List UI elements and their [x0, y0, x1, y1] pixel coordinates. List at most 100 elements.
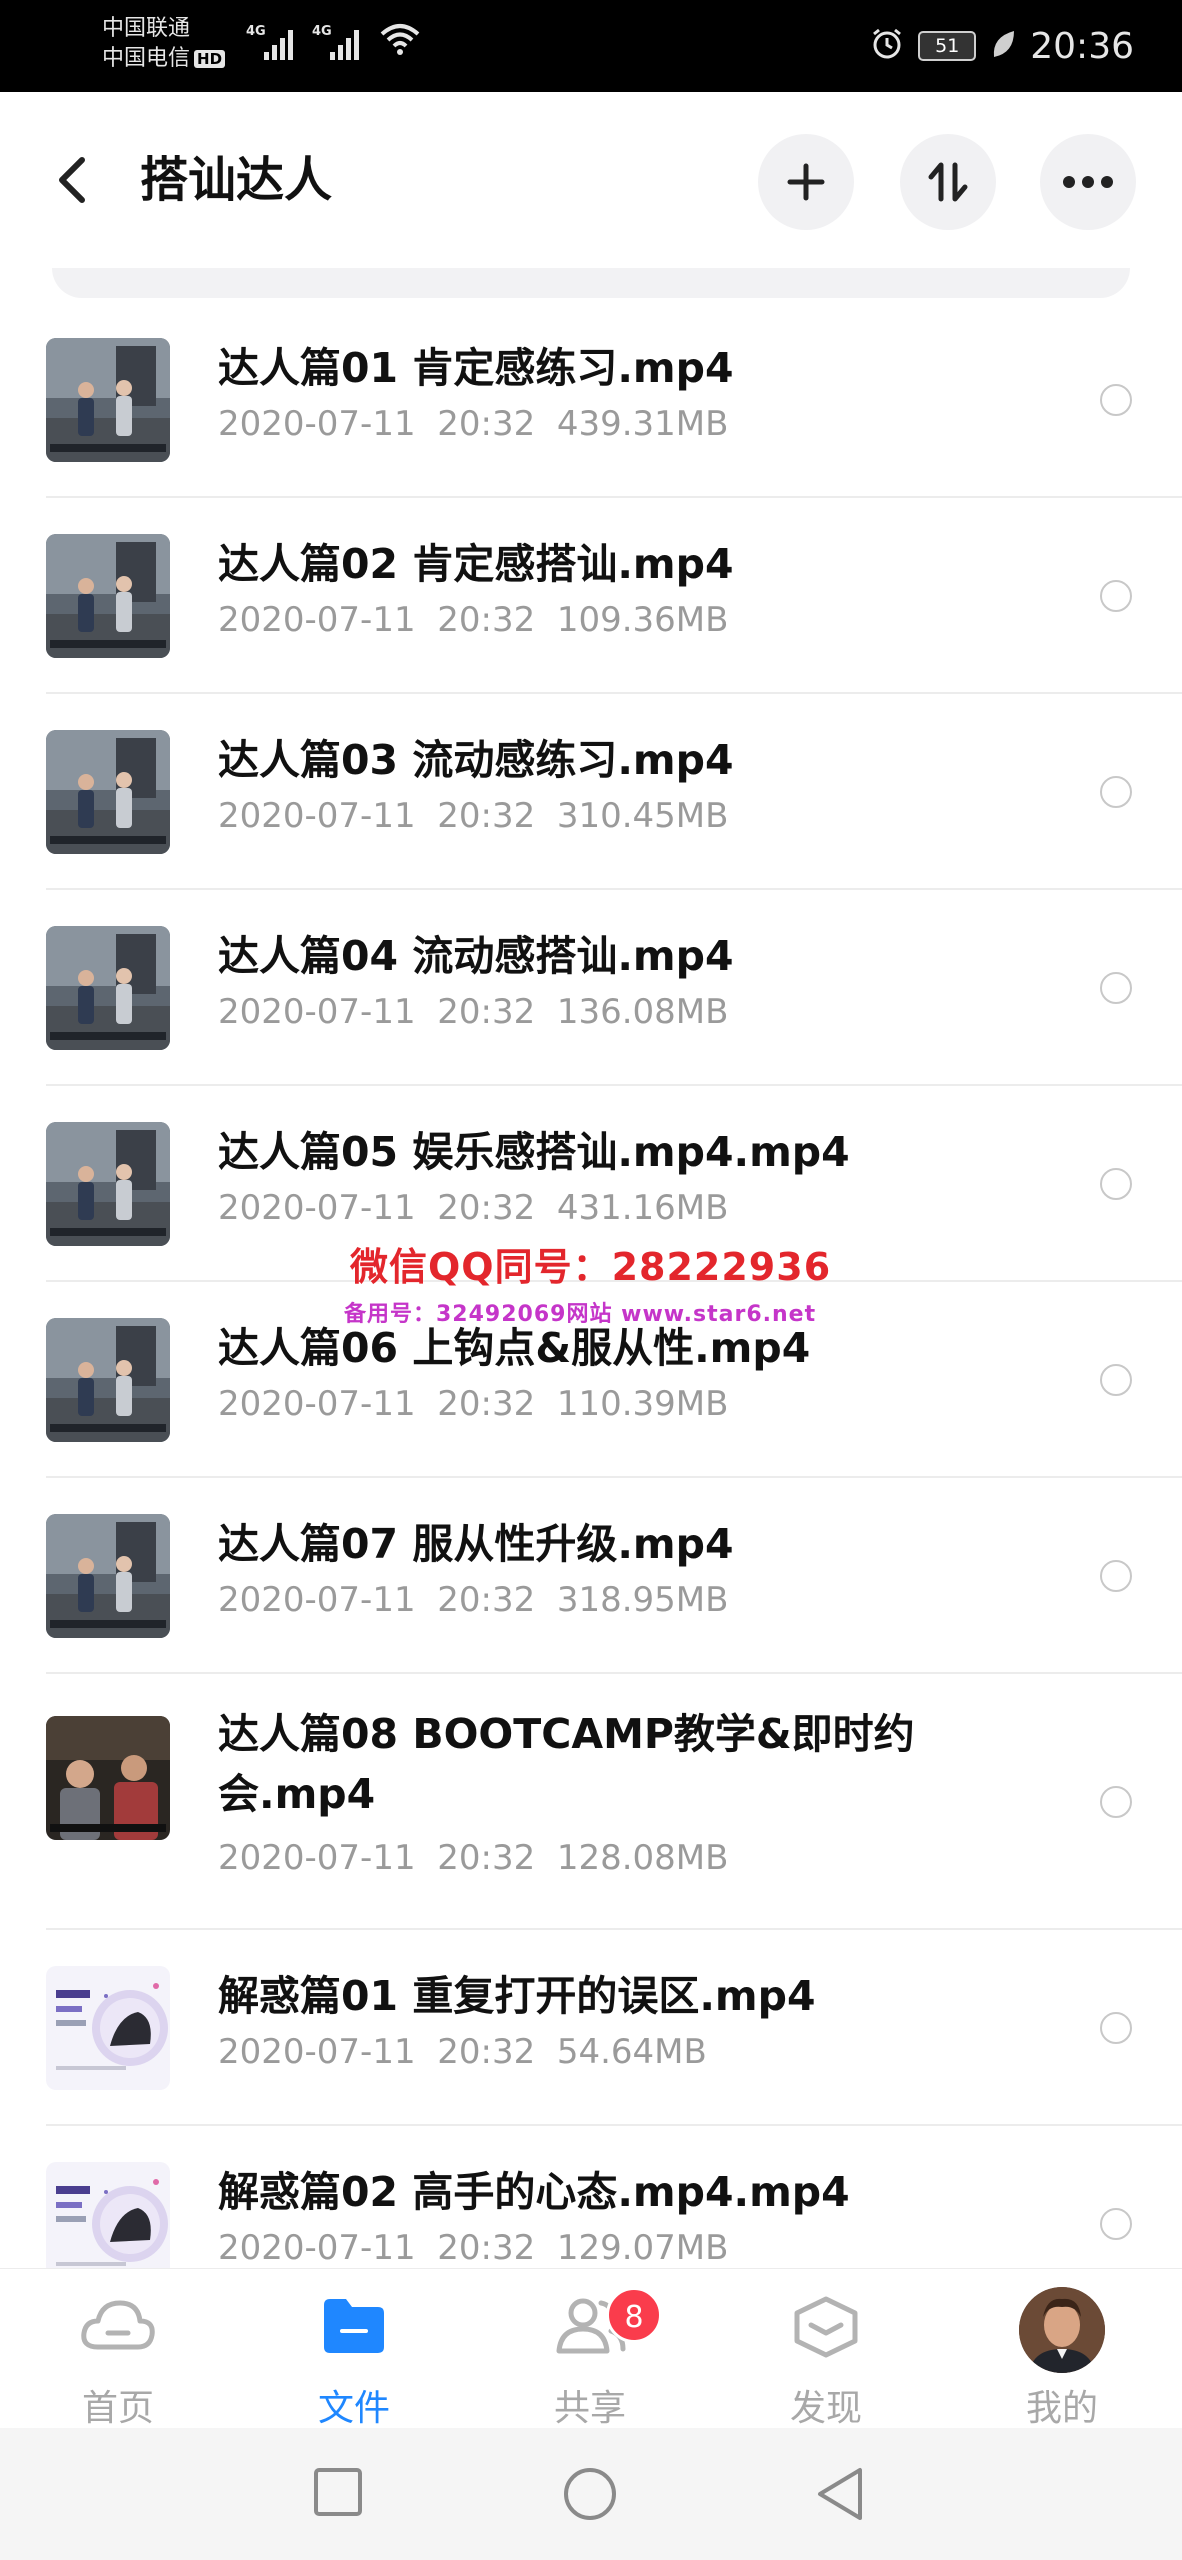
tab-files-label: 文件 — [317, 2388, 390, 2429]
video-thumbnail[interactable] — [46, 1318, 170, 1442]
file-row[interactable]: 解惑篇01 重复打开的误区.mp4 2020-07-11 20:32 54.64M… — [46, 1930, 1182, 2126]
file-size: 128.08MB — [556, 1838, 729, 1878]
video-thumbnail[interactable] — [46, 730, 170, 854]
file-name[interactable]: 达人篇07 服从性升级.mp4 — [218, 1514, 958, 1574]
select-radio[interactable] — [1100, 972, 1132, 1004]
file-size: 110.39MB — [556, 1384, 729, 1424]
watermark-line-2: 备用号：32492069网站 www.star6.net — [344, 1302, 817, 1327]
watermark-line-1: 微信QQ同号：28222936 — [350, 1245, 832, 1289]
file-date: 2020-07-11 — [218, 404, 416, 444]
file-name[interactable]: 达人篇03 流动感练习.mp4 — [218, 730, 958, 790]
back-button[interactable] — [52, 152, 92, 212]
bottom-tab-bar: 首页 文件 8 共享 发现 我的 — [0, 2268, 1182, 2429]
triangle-back-icon — [818, 2468, 862, 2520]
plus-icon — [787, 163, 825, 201]
avatar — [1019, 2287, 1105, 2373]
file-name[interactable]: 达人篇01 肯定感练习.mp4 — [218, 338, 958, 398]
file-size: 318.95MB — [556, 1580, 729, 1620]
file-date: 2020-07-11 — [218, 1580, 416, 1620]
file-time: 20:32 — [437, 1188, 536, 1228]
tab-me-label: 我的 — [1025, 2388, 1098, 2429]
app-header: 搭讪达人 — [0, 92, 1182, 270]
video-thumbnail[interactable] — [46, 926, 170, 1050]
file-row[interactable]: 达人篇01 肯定感练习.mp4 2020-07-11 20:32 439.31MB — [46, 302, 1182, 498]
file-row[interactable]: 达人篇04 流动感搭讪.mp4 2020-07-11 20:32 136.08MB — [46, 890, 1182, 1086]
carrier-1: 中国联通 — [102, 16, 191, 41]
video-thumbnail[interactable] — [46, 1122, 170, 1246]
system-nav-bar — [0, 2428, 1182, 2560]
file-row[interactable]: 达人篇03 流动感练习.mp4 2020-07-11 20:32 310.45MB — [46, 694, 1182, 890]
file-size: 310.45MB — [556, 796, 729, 836]
more-button[interactable] — [1040, 134, 1136, 230]
file-meta: 2020-07-11 20:32 431.16MB — [218, 1184, 728, 1232]
sort-button[interactable] — [900, 134, 996, 230]
network-type-1: 4G — [246, 24, 266, 39]
select-radio[interactable] — [1100, 1168, 1132, 1200]
select-radio[interactable] — [1100, 2208, 1132, 2240]
file-name[interactable]: 解惑篇02 高手的心态.mp4.mp4 — [218, 2162, 958, 2222]
file-row[interactable]: 达人篇02 肯定感搭讪.mp4 2020-07-11 20:32 109.36MB — [46, 498, 1182, 694]
share-badge: 8 — [606, 2287, 662, 2343]
discover-box-icon — [793, 2295, 859, 2363]
video-thumbnail[interactable] — [46, 1966, 170, 2090]
file-row[interactable]: 达人篇08 BOOTCAMP教学&即时约会.mp4 2020-07-11 20:3… — [46, 1674, 1182, 1930]
tab-files[interactable]: 文件 — [254, 2269, 454, 2429]
sort-icon — [928, 162, 968, 202]
file-name[interactable]: 解惑篇01 重复打开的误区.mp4 — [218, 1966, 958, 2026]
file-name[interactable]: 达人篇02 肯定感搭讪.mp4 — [218, 534, 958, 594]
file-date: 2020-07-11 — [218, 1188, 416, 1228]
circle-icon — [564, 2468, 616, 2520]
file-date: 2020-07-11 — [218, 1838, 416, 1878]
more-dots-icon — [1063, 176, 1113, 188]
select-radio[interactable] — [1100, 2012, 1132, 2044]
add-button[interactable] — [758, 134, 854, 230]
wifi-icon — [380, 22, 420, 60]
video-thumbnail[interactable] — [46, 1716, 170, 1840]
nav-back-button[interactable] — [814, 2466, 866, 2526]
video-thumbnail[interactable] — [46, 534, 170, 658]
file-meta: 2020-07-11 20:32 54.64MB — [218, 2028, 707, 2076]
file-date: 2020-07-11 — [218, 796, 416, 836]
select-radio[interactable] — [1100, 1364, 1132, 1396]
file-time: 20:32 — [437, 1580, 536, 1620]
tab-share[interactable]: 8 共享 — [490, 2269, 690, 2429]
file-time: 20:32 — [437, 1838, 536, 1878]
file-row[interactable]: 达人篇07 服从性升级.mp4 2020-07-11 20:32 318.95MB — [46, 1478, 1182, 1674]
file-meta: 2020-07-11 20:32 128.08MB — [218, 1834, 728, 1882]
file-meta: 2020-07-11 20:32 136.08MB — [218, 988, 728, 1036]
tab-home[interactable]: 首页 — [18, 2269, 218, 2429]
select-radio[interactable] — [1100, 1786, 1132, 1818]
page-title: 搭讪达人 — [140, 152, 333, 208]
home-button[interactable] — [562, 2466, 618, 2526]
carrier-info: 中国联通 中国电信 HD — [102, 14, 226, 74]
recent-apps-button[interactable] — [312, 2466, 364, 2522]
file-name[interactable]: 达人篇05 娱乐感搭讪.mp4.mp4 — [218, 1122, 958, 1182]
tab-me[interactable]: 我的 — [962, 2269, 1162, 2429]
carrier-2: 中国电信 — [102, 46, 191, 71]
alarm-icon — [870, 27, 904, 65]
file-name[interactable]: 达人篇04 流动感搭讪.mp4 — [218, 926, 958, 986]
tab-discover[interactable]: 发现 — [726, 2269, 926, 2429]
file-date: 2020-07-11 — [218, 992, 416, 1032]
cloud-icon — [80, 2295, 156, 2359]
file-date: 2020-07-11 — [218, 2032, 416, 2072]
file-time: 20:32 — [437, 796, 536, 836]
file-date: 2020-07-11 — [218, 1384, 416, 1424]
select-radio[interactable] — [1100, 776, 1132, 808]
file-time: 20:32 — [437, 992, 536, 1032]
select-radio[interactable] — [1100, 1560, 1132, 1592]
tab-share-label: 共享 — [553, 2388, 626, 2429]
file-date: 2020-07-11 — [218, 600, 416, 640]
select-radio[interactable] — [1100, 580, 1132, 612]
tab-discover-label: 发现 — [789, 2388, 862, 2429]
video-thumbnail[interactable] — [46, 1514, 170, 1638]
select-radio[interactable] — [1100, 384, 1132, 416]
status-bar: 中国联通 中国电信 HD 4G 4G 51 20:36 — [0, 0, 1182, 92]
search-bar-edge — [52, 268, 1130, 298]
file-name[interactable]: 达人篇08 BOOTCAMP教学&即时约会.mp4 — [218, 1704, 958, 1824]
file-meta: 2020-07-11 20:32 129.07MB — [218, 2224, 728, 2272]
status-time: 20:36 — [1030, 25, 1134, 67]
file-size: 54.64MB — [556, 2032, 707, 2072]
video-thumbnail[interactable] — [46, 338, 170, 462]
leaf-icon — [990, 29, 1016, 63]
